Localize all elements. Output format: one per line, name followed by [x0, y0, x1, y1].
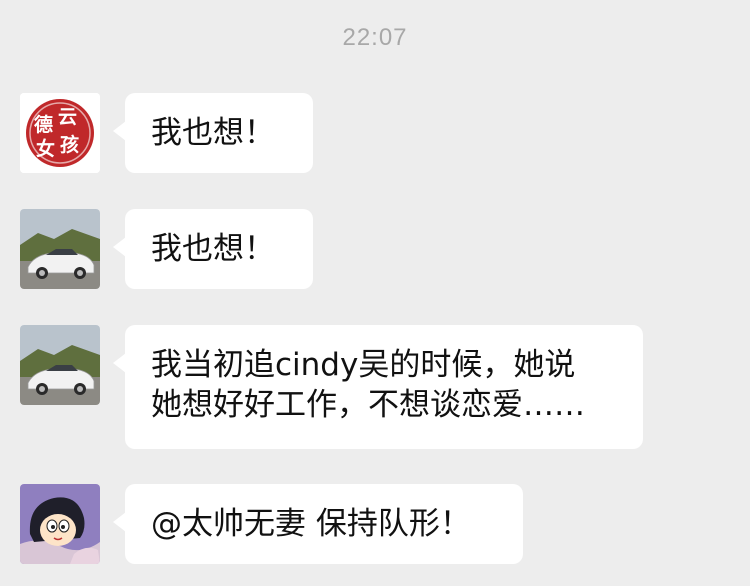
avatar[interactable]: [20, 484, 100, 564]
message-bubble[interactable]: 我也想！: [113, 209, 313, 289]
deyun-girl-stamp-icon: 德 云 女 孩: [20, 93, 100, 173]
avatar[interactable]: 德 云 女 孩: [20, 93, 100, 173]
svg-text:云: 云: [58, 106, 77, 128]
message-bubble[interactable]: @太帅无妻 保持队形！: [113, 484, 523, 564]
avatar[interactable]: [20, 325, 100, 405]
avatar[interactable]: [20, 209, 100, 289]
message-timestamp: 22:07: [342, 24, 408, 51]
svg-text:德: 德: [34, 113, 53, 136]
message-bubble[interactable]: 我当初追cindy吴的时候，她说 她想好好工作，不想谈恋爱……: [113, 325, 643, 449]
sports-car-icon: [20, 325, 100, 405]
svg-text:女: 女: [36, 137, 55, 160]
sports-car-icon: [20, 209, 100, 289]
message-bubble[interactable]: 我也想！: [113, 93, 313, 173]
cartoon-girl-icon: [20, 484, 100, 564]
svg-text:孩: 孩: [60, 133, 79, 156]
